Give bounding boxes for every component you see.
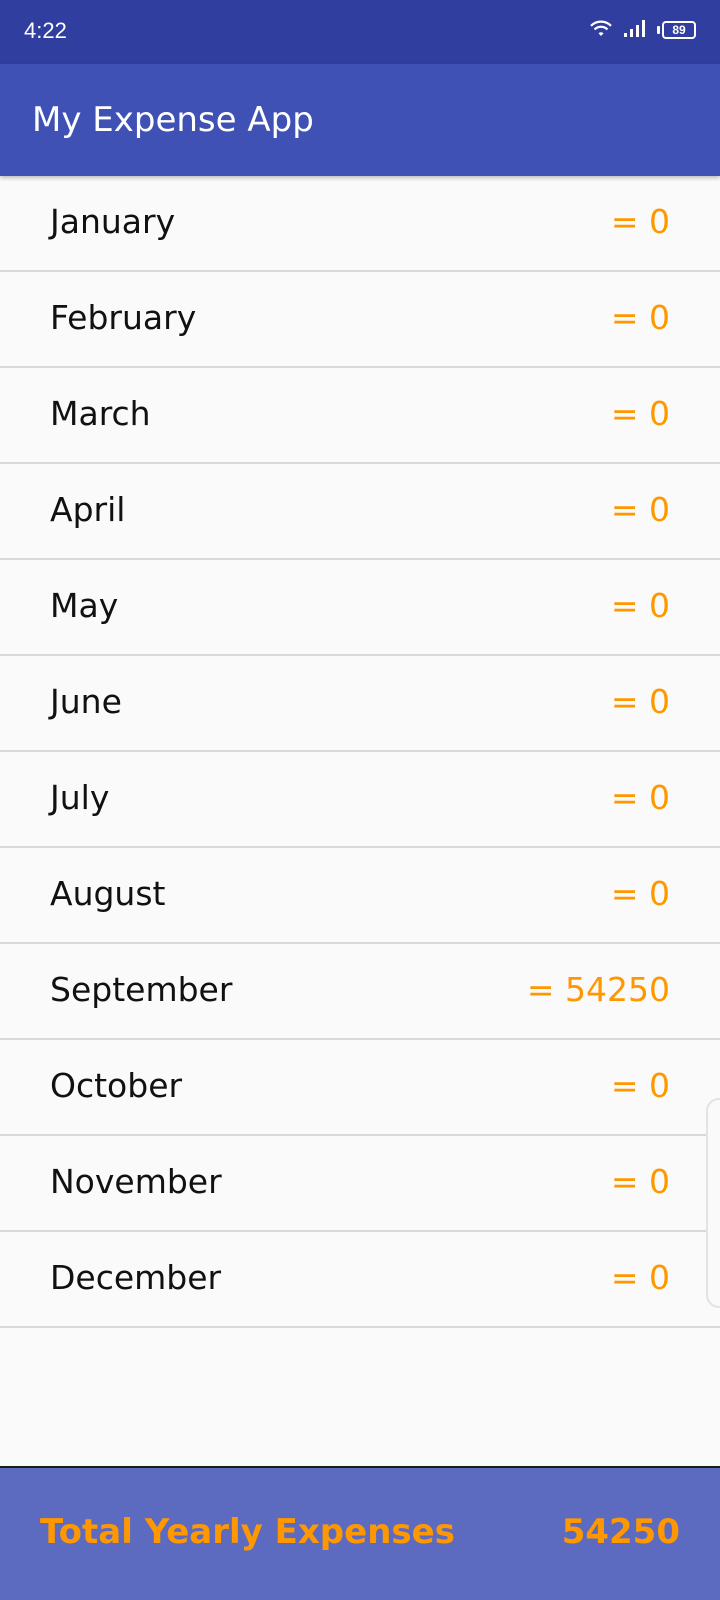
total-label: Total Yearly Expenses xyxy=(40,1512,455,1552)
month-row-december[interactable]: December = 0 xyxy=(0,1232,720,1328)
month-amount: = 0 xyxy=(610,1258,670,1297)
month-amount: = 0 xyxy=(610,490,670,529)
month-row-july[interactable]: July = 0 xyxy=(0,752,720,848)
status-time: 4:22 xyxy=(24,18,67,43)
month-amount: = 0 xyxy=(610,1162,670,1201)
status-icons: 89 xyxy=(589,18,696,42)
signal-icon xyxy=(623,18,647,42)
month-name: September xyxy=(50,970,233,1009)
month-amount: = 0 xyxy=(610,682,670,721)
month-row-november[interactable]: November = 0 xyxy=(0,1136,720,1232)
month-amount: = 0 xyxy=(610,1066,670,1105)
expense-app-screen: 4:22 89 My Expense App January = 0 Febru… xyxy=(0,0,720,1600)
month-amount: = 0 xyxy=(610,202,670,241)
month-row-march[interactable]: March = 0 xyxy=(0,368,720,464)
month-row-june[interactable]: June = 0 xyxy=(0,656,720,752)
month-row-april[interactable]: April = 0 xyxy=(0,464,720,560)
total-value: 54250 xyxy=(561,1512,680,1552)
month-amount: = 0 xyxy=(610,778,670,817)
month-amount: = 0 xyxy=(610,874,670,913)
month-name: May xyxy=(50,586,119,625)
month-name: March xyxy=(50,394,151,433)
month-name: July xyxy=(50,778,110,817)
app-title: My Expense App xyxy=(32,100,314,140)
wifi-icon xyxy=(589,18,613,42)
month-list: January = 0 February = 0 March = 0 April… xyxy=(0,176,720,1328)
month-name: November xyxy=(50,1162,222,1201)
month-row-may[interactable]: May = 0 xyxy=(0,560,720,656)
month-name: October xyxy=(50,1066,183,1105)
month-amount: = 0 xyxy=(610,298,670,337)
month-name: June xyxy=(50,682,122,721)
month-name: April xyxy=(50,490,126,529)
month-row-february[interactable]: February = 0 xyxy=(0,272,720,368)
month-name: January xyxy=(50,202,176,241)
app-bar: My Expense App xyxy=(0,64,720,176)
battery-icon: 89 xyxy=(662,21,696,39)
month-amount: = 54250 xyxy=(526,970,670,1009)
month-row-january[interactable]: January = 0 xyxy=(0,176,720,272)
month-row-august[interactable]: August = 0 xyxy=(0,848,720,944)
status-bar: 4:22 89 xyxy=(0,0,720,64)
month-row-october[interactable]: October = 0 xyxy=(0,1040,720,1136)
month-amount: = 0 xyxy=(610,586,670,625)
edge-panel-handle[interactable] xyxy=(706,1098,720,1308)
month-name: February xyxy=(50,298,197,337)
month-name: December xyxy=(50,1258,222,1297)
month-name: August xyxy=(50,874,166,913)
month-amount: = 0 xyxy=(610,394,670,433)
total-footer: Total Yearly Expenses 54250 xyxy=(0,1466,720,1600)
month-row-september[interactable]: September = 54250 xyxy=(0,944,720,1040)
battery-tip-icon xyxy=(657,26,660,34)
